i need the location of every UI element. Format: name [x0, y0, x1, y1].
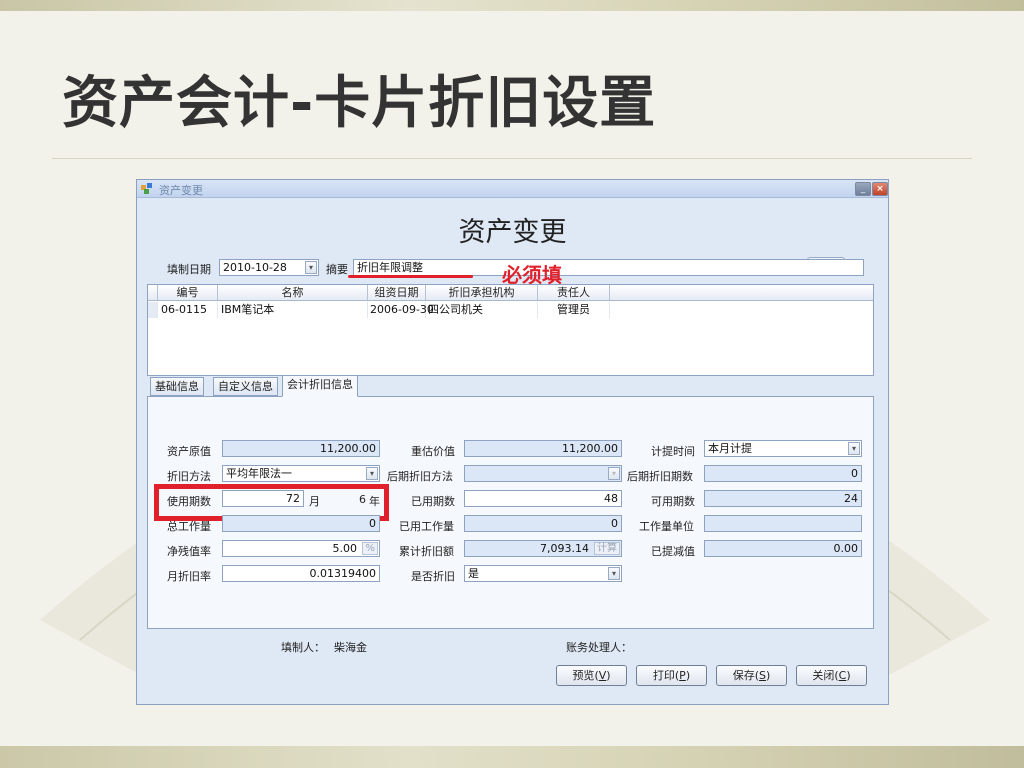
- cell-name: IBM笔记本: [221, 302, 368, 318]
- used-periods-label: 已用期数: [411, 495, 455, 508]
- orig-value-field[interactable]: 11,200.00: [222, 440, 380, 457]
- calc-button[interactable]: 计算: [594, 542, 620, 555]
- slide-top-band: [0, 0, 1024, 11]
- impairment-label: 已提减值: [651, 545, 695, 558]
- close-accel: C: [838, 669, 847, 682]
- grid-col-org[interactable]: 折旧承担机构: [426, 285, 538, 300]
- row-selector[interactable]: [148, 302, 158, 318]
- cell-code: 06-0115: [161, 302, 218, 318]
- cell-owner: 管理员: [538, 302, 610, 318]
- cell-date: 2006-09-30: [370, 302, 434, 318]
- monthly-rate-field[interactable]: 0.01319400: [222, 565, 380, 582]
- salvage-rate-value: 5.00: [332, 542, 358, 555]
- print-accel: P: [679, 669, 686, 682]
- cell-org: 四公司机关: [428, 302, 538, 318]
- later-periods-label: 后期折旧期数: [627, 470, 693, 483]
- method-label: 折旧方法: [167, 470, 211, 483]
- revalue-label: 重估价值: [411, 445, 455, 458]
- revalue-field[interactable]: 11,200.00: [464, 440, 622, 457]
- save-label: 保存: [732, 669, 755, 682]
- total-work-label: 总工作量: [167, 520, 211, 533]
- monthly-rate-label: 月折旧率: [167, 570, 211, 583]
- asset-change-window: 资产变更 _ × 资产变更 填制日期 2010-10-28 ▾ 摘要 折旧年限调…: [136, 179, 889, 705]
- impairment-field[interactable]: 0.00: [704, 540, 862, 557]
- tab-accounting-depreciation[interactable]: 会计折旧信息: [282, 375, 358, 397]
- grid-row-header-corner: [148, 285, 158, 300]
- later-method-dropdown-icon[interactable]: ▾: [608, 467, 620, 480]
- save-accel: S: [759, 669, 766, 682]
- avail-periods-field[interactable]: 24: [704, 490, 862, 507]
- salvage-rate-input[interactable]: 5.00 %: [222, 540, 380, 557]
- print-button[interactable]: 打印(P): [636, 665, 707, 686]
- asset-grid: 编号 名称 组资日期 折旧承担机构 责任人 06-0115 IBM笔记本 200…: [147, 284, 874, 376]
- window-titlebar[interactable]: 资产变更 _ ×: [137, 180, 888, 198]
- work-unit-field[interactable]: [704, 515, 862, 532]
- is-dep-select[interactable]: 是 ▾: [464, 565, 622, 582]
- method-select[interactable]: 平均年限法一 ▾: [222, 465, 380, 482]
- preview-accel: V: [598, 669, 607, 682]
- total-work-field[interactable]: 0: [222, 515, 380, 532]
- grid-col-code[interactable]: 编号: [158, 285, 218, 300]
- preparer-label: 填制人：: [281, 641, 325, 654]
- later-method-label: 后期折旧方法: [387, 470, 453, 483]
- used-work-field[interactable]: 0: [464, 515, 622, 532]
- slide-title: 资产会计-卡片折旧设置: [62, 71, 657, 136]
- summary-red-underline: [348, 275, 473, 278]
- grid-col-owner[interactable]: 责任人: [538, 285, 610, 300]
- used-work-label: 已用工作量: [399, 520, 454, 533]
- close-label: 关闭: [812, 669, 835, 682]
- later-method-select[interactable]: ▾: [464, 465, 622, 482]
- timing-select[interactable]: 本月计提 ▾: [704, 440, 862, 457]
- timing-dropdown-icon[interactable]: ▾: [848, 442, 860, 455]
- timing-label: 计提时间: [651, 445, 695, 458]
- method-dropdown-icon[interactable]: ▾: [366, 467, 378, 480]
- close-window-button[interactable]: ×: [872, 182, 888, 196]
- slide-bottom-band: [0, 746, 1024, 768]
- date-label: 填制日期: [167, 263, 211, 276]
- handler-label: 账务处理人：: [566, 641, 632, 654]
- summary-input[interactable]: 折旧年限调整: [353, 259, 864, 276]
- summary-value: 折旧年限调整: [357, 261, 423, 274]
- timing-value: 本月计提: [708, 442, 752, 455]
- salvage-rate-label: 净残值率: [167, 545, 211, 558]
- later-periods-field[interactable]: 0: [704, 465, 862, 482]
- preparer-name: 柴海金: [334, 641, 367, 654]
- tab-custom-info[interactable]: 自定义信息: [213, 377, 278, 396]
- method-value: 平均年限法一: [226, 467, 292, 480]
- is-dep-dropdown-icon[interactable]: ▾: [608, 567, 620, 580]
- form-heading: 资产变更: [458, 217, 567, 248]
- date-value: 2010-10-28: [223, 261, 287, 274]
- minimize-button[interactable]: _: [855, 182, 871, 196]
- app-icon: [141, 183, 152, 194]
- preview-button[interactable]: 预览(V): [556, 665, 627, 686]
- preview-label: 预览: [572, 669, 595, 682]
- orig-value-label: 资产原值: [167, 445, 211, 458]
- grid-col-date[interactable]: 组资日期: [368, 285, 426, 300]
- window-title: 资产变更: [159, 184, 203, 197]
- avail-periods-label: 可用期数: [651, 495, 695, 508]
- percent-button[interactable]: %: [362, 542, 378, 555]
- summary-label: 摘要: [326, 263, 348, 276]
- is-dep-value: 是: [468, 567, 479, 580]
- tab-basic-info[interactable]: 基础信息: [150, 377, 204, 396]
- accum-dep-value: 7,093.14: [540, 542, 589, 555]
- date-field[interactable]: 2010-10-28 ▾: [219, 259, 319, 276]
- accum-dep-label: 累计折旧额: [399, 545, 454, 558]
- date-dropdown-icon[interactable]: ▾: [305, 261, 317, 274]
- accum-dep-field[interactable]: 7,093.14 计算: [464, 540, 622, 557]
- print-label: 打印: [652, 669, 675, 682]
- close-button[interactable]: 关闭(C): [796, 665, 867, 686]
- is-dep-label: 是否折旧: [411, 570, 455, 583]
- used-periods-field[interactable]: 48: [464, 490, 622, 507]
- grid-col-name[interactable]: 名称: [218, 285, 368, 300]
- grid-header: 编号 名称 组资日期 折旧承担机构 责任人: [148, 285, 873, 301]
- save-button[interactable]: 保存(S): [716, 665, 787, 686]
- work-unit-label: 工作量单位: [639, 520, 694, 533]
- title-divider: [52, 158, 972, 159]
